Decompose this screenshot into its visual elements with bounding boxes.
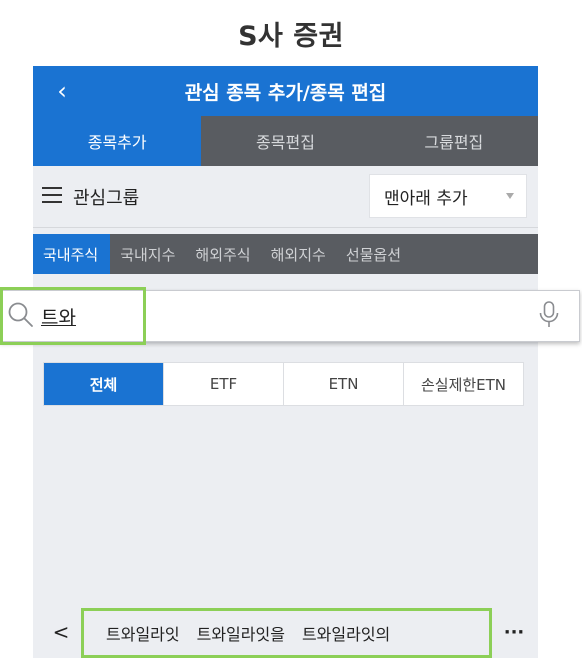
tab-foreign-index[interactable]: 해외지수 <box>261 234 336 274</box>
header-title: 관심 종목 추가/종목 편집 <box>184 81 387 104</box>
microphone-icon[interactable] <box>536 300 562 330</box>
dropdown-value: 맨아래 추가 <box>384 188 468 209</box>
page-caption: S사 증권 <box>238 20 344 52</box>
group-label: 관심그룹 <box>73 188 140 209</box>
menu-icon[interactable] <box>42 187 62 203</box>
tab-edit-group[interactable]: 그룹편집 <box>369 116 538 166</box>
more-icon[interactable]: ··· <box>499 606 529 658</box>
position-dropdown[interactable]: 맨아래 추가 <box>369 174 527 218</box>
caret-down-icon <box>506 193 514 199</box>
chip-loss-limited-etn[interactable]: 손실제한ETN <box>403 363 523 405</box>
tab-domestic-index[interactable]: 국내지수 <box>110 234 185 274</box>
suggestion-list: 트와일라잇 트와일라잇을 트와일라잇의 <box>81 608 492 658</box>
suggestion-item[interactable]: 트와일라잇의 <box>302 621 390 645</box>
search-icon <box>8 302 33 327</box>
group-row: 관심그룹 맨아래 추가 <box>33 166 538 228</box>
tab-foreign-stocks[interactable]: 해외주식 <box>185 234 260 274</box>
app-header: ‹ 관심 종목 추가/종목 편집 <box>33 66 538 116</box>
market-tabs: 국내주식 국내지수 해외주식 해외지수 선물옵션 <box>33 234 538 274</box>
tab-add-stock[interactable]: 종목추가 <box>33 116 202 166</box>
suggestion-item[interactable]: 트와일라잇을 <box>197 621 285 645</box>
app-screen: ‹ 관심 종목 추가/종목 편집 종목추가 종목편집 그룹편집 관심그룹 맨아래… <box>33 66 538 658</box>
suggestion-item[interactable]: 트와일라잇 <box>106 621 180 645</box>
keyboard-suggestion-bar: < 트와일라잇 트와일라잇을 트와일라잇의 ··· <box>33 606 538 658</box>
chip-all[interactable]: 전체 <box>44 363 163 405</box>
filter-chips: 전체 ETF ETN 손실제한ETN <box>43 362 524 406</box>
chip-etf[interactable]: ETF <box>163 363 283 405</box>
top-tabs: 종목추가 종목편집 그룹편집 <box>33 116 538 166</box>
search-input[interactable] <box>41 299 521 333</box>
tab-edit-stock[interactable]: 종목편집 <box>201 116 370 166</box>
suggestion-back-icon[interactable]: < <box>51 606 71 658</box>
chip-etn[interactable]: ETN <box>283 363 403 405</box>
tab-futures-options[interactable]: 선물옵션 <box>336 234 411 274</box>
tab-domestic-stocks[interactable]: 국내주식 <box>33 234 111 274</box>
